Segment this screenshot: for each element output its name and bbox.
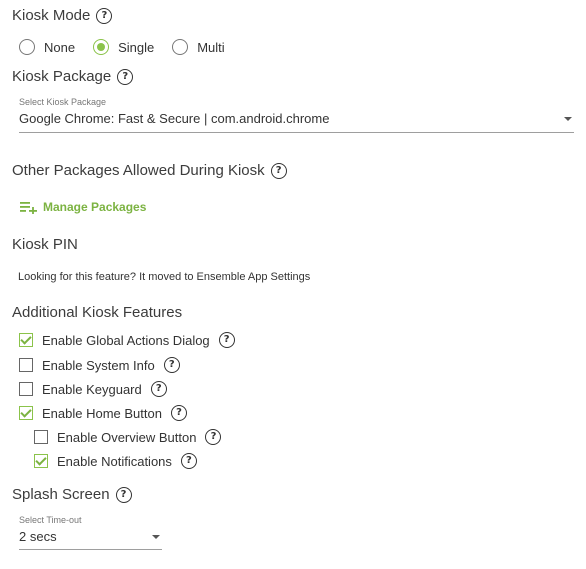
- select-underline: [19, 132, 574, 133]
- checkbox-system-info[interactable]: Enable System Info ?: [19, 357, 180, 373]
- splash-timeout-value: 2 secs: [19, 529, 57, 544]
- chevron-down-icon[interactable]: [564, 116, 572, 121]
- splash-timeout-field-label: Select Time-out: [19, 515, 82, 525]
- kiosk-mode-radio-group: None Single Multi: [19, 39, 243, 55]
- checkbox[interactable]: [19, 406, 33, 420]
- other-packages-title: Other Packages Allowed During Kiosk: [12, 162, 265, 179]
- checkbox-label: Enable Overview Button: [57, 429, 197, 445]
- manage-packages-button[interactable]: Manage Packages: [20, 200, 146, 214]
- checkbox[interactable]: [34, 430, 48, 444]
- checkbox[interactable]: [34, 454, 48, 468]
- help-icon[interactable]: ?: [170, 405, 187, 421]
- select-underline: [19, 549, 162, 550]
- splash-screen-heading: Splash Screen ?: [12, 486, 132, 503]
- kiosk-pin-title: Kiosk PIN: [12, 236, 78, 253]
- kiosk-package-value: Google Chrome: Fast & Secure | com.andro…: [19, 111, 330, 126]
- help-icon[interactable]: ?: [96, 7, 113, 24]
- checkbox-global-actions-dialog[interactable]: Enable Global Actions Dialog ?: [19, 332, 235, 348]
- checkbox-label: Enable Global Actions Dialog: [42, 332, 210, 348]
- radio-label: Multi: [197, 39, 225, 55]
- radio-label: None: [44, 39, 76, 55]
- kiosk-pin-heading: Kiosk PIN: [12, 236, 78, 253]
- kiosk-mode-heading: Kiosk Mode ?: [12, 7, 113, 24]
- checkbox-label: Enable System Info: [42, 357, 155, 373]
- checkbox-label: Enable Keyguard: [42, 381, 142, 397]
- kiosk-package-title: Kiosk Package: [12, 68, 112, 85]
- kiosk-pin-note: Looking for this feature? It moved to En…: [18, 271, 311, 283]
- kiosk-mode-title: Kiosk Mode: [12, 7, 91, 24]
- checkbox-label: Enable Home Button: [42, 405, 162, 421]
- checkbox-label: Enable Notifications: [57, 453, 172, 469]
- checkbox-keyguard[interactable]: Enable Keyguard ?: [19, 381, 167, 397]
- kiosk-package-select[interactable]: Select Kiosk Package Google Chrome: Fast…: [19, 97, 574, 133]
- help-icon[interactable]: ?: [117, 68, 134, 85]
- checkbox-home-button[interactable]: Enable Home Button ?: [19, 405, 187, 421]
- help-icon[interactable]: ?: [163, 357, 180, 373]
- radio-option-multi[interactable]: Multi: [172, 39, 225, 55]
- radio-button[interactable]: [19, 39, 35, 55]
- kiosk-package-value-row[interactable]: Google Chrome: Fast & Secure | com.andro…: [19, 111, 574, 126]
- splash-timeout-value-row[interactable]: 2 secs: [19, 529, 162, 544]
- checkbox-overview-button[interactable]: Enable Overview Button ?: [34, 429, 222, 445]
- kiosk-package-heading: Kiosk Package ?: [12, 68, 134, 85]
- checkbox[interactable]: [19, 382, 33, 396]
- radio-option-single[interactable]: Single: [93, 39, 154, 55]
- kiosk-package-field-label: Select Kiosk Package: [19, 97, 107, 107]
- playlist-add-icon: [20, 202, 37, 214]
- help-icon[interactable]: ?: [150, 381, 167, 397]
- radio-option-none[interactable]: None: [19, 39, 75, 55]
- help-icon[interactable]: ?: [115, 486, 132, 503]
- additional-features-title: Additional Kiosk Features: [12, 304, 183, 321]
- checkbox-notifications[interactable]: Enable Notifications ?: [34, 453, 197, 469]
- chevron-down-icon[interactable]: [152, 534, 160, 539]
- manage-packages-label: Manage Packages: [43, 200, 147, 214]
- other-packages-heading: Other Packages Allowed During Kiosk ?: [12, 162, 287, 179]
- splash-timeout-select[interactable]: Select Time-out 2 secs: [19, 515, 162, 550]
- splash-screen-title: Splash Screen: [12, 486, 110, 503]
- help-icon[interactable]: ?: [205, 429, 222, 445]
- help-icon[interactable]: ?: [270, 162, 287, 179]
- checkbox[interactable]: [19, 333, 33, 347]
- radio-label: Single: [118, 39, 155, 55]
- checkbox[interactable]: [19, 358, 33, 372]
- radio-button[interactable]: [93, 39, 110, 55]
- help-icon[interactable]: ?: [180, 453, 197, 469]
- additional-features-heading: Additional Kiosk Features: [12, 304, 182, 321]
- help-icon[interactable]: ?: [218, 332, 235, 348]
- radio-button[interactable]: [172, 39, 189, 55]
